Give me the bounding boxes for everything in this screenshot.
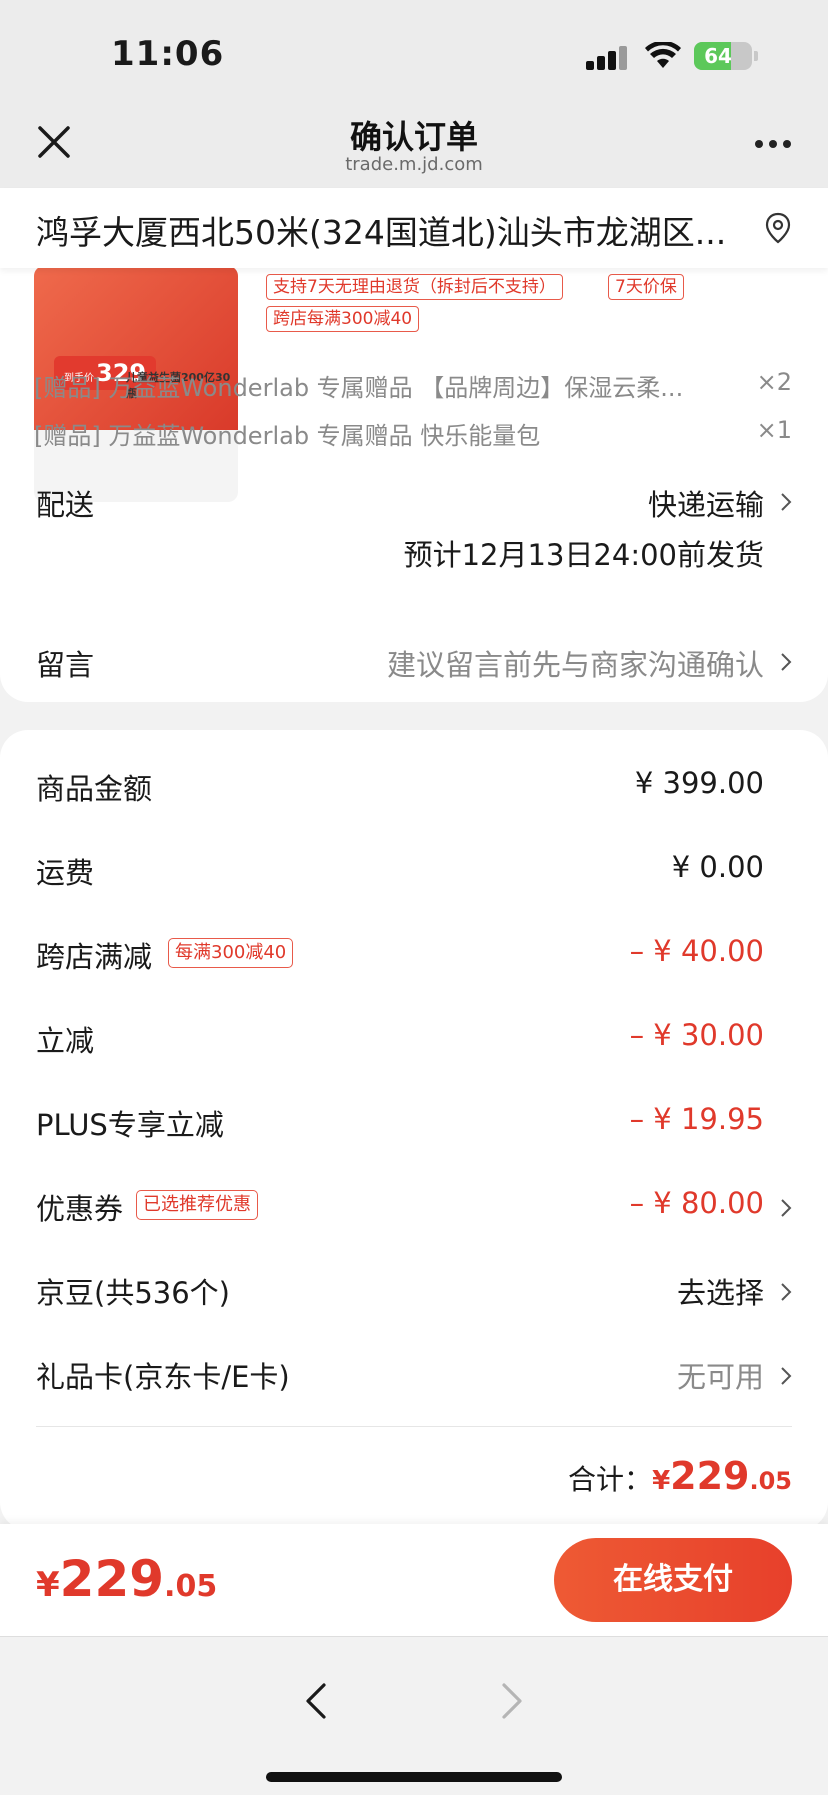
delivery-method: 快递运输 [647,488,764,522]
goods-amount-row: 商品金额 ¥ 399.00 [0,758,828,818]
pay-amount: ¥229.05 [36,1550,218,1608]
order-total: 合计：¥229.05 [568,1454,792,1498]
gift-card-value: 无可用 [676,1360,764,1394]
back-arrow-icon[interactable] [302,1681,330,1721]
plus-discount-label: PLUS专享立减 [36,1108,224,1142]
cross-store-value: – ¥ 40.00 [629,934,764,968]
total-amount: 229 [670,1454,750,1498]
page-header: 确认订单 trade.m.jd.com [0,100,828,188]
gift-item: [赠品] 万益蓝Wonderlab 专属赠品 快乐能量包 [34,422,541,450]
chevron-right-icon [781,493,792,511]
jingdou-row[interactable]: 京豆(共536个) 去选择 [0,1262,828,1322]
cross-store-discount-row: 跨店满减 每满300减40 – ¥ 40.00 [0,926,828,986]
gift-qty: ×1 [756,416,792,444]
status-bar: 11:06 64 [0,0,828,100]
page-title: 确认订单 [349,118,478,156]
instant-discount-label: 立减 [36,1024,95,1058]
cellular-signal-icon [586,46,628,70]
page-url: trade.m.jd.com [345,154,483,175]
message-label: 留言 [36,648,95,682]
chevron-right-icon [781,1367,792,1385]
jingdou-value: 去选择 [676,1276,764,1310]
cross-store-tag: 每满300减40 [168,938,294,968]
price-protect-tag: 7天价保 [608,274,684,300]
price-detail-card: 商品金额 ¥ 399.00 运费 ¥ 0.00 跨店满减 每满300减40 – … [0,730,828,1530]
coupon-tag: 已选推荐优惠 [136,1190,258,1220]
battery-icon: 64 [694,42,758,70]
pay-online-button[interactable]: 在线支付 [554,1538,792,1622]
gift-card-label: 礼品卡(京东卡/E卡) [36,1360,290,1394]
instant-discount-value: – ¥ 30.00 [629,1018,764,1052]
chevron-right-icon [781,653,792,671]
delivery-estimate: 预计12月13日24:00前发货 [403,538,764,572]
coupon-value: – ¥ 80.00 [629,1186,764,1220]
plus-discount-value: – ¥ 19.95 [629,1102,764,1136]
location-pin-icon [765,212,791,244]
wifi-icon [645,42,681,68]
shipping-row: 运费 ¥ 0.00 [0,842,828,902]
coupon-row[interactable]: 优惠券 已选推荐优惠 – ¥ 80.00 [0,1178,828,1238]
gift-qty: ×2 [756,368,792,396]
pay-bar: ¥229.05 在线支付 [0,1524,828,1636]
instant-discount-row: 立减 – ¥ 30.00 [0,1010,828,1070]
goods-amount-value: ¥ 399.00 [634,766,764,800]
gift-item: [赠品] 万益蓝Wonderlab 专属赠品 【品牌周边】保湿云柔... [34,374,684,402]
battery-level: 64 [704,44,732,68]
status-time: 11:06 [111,34,225,74]
delivery-label: 配送 [36,488,95,522]
divider [36,1426,792,1427]
jingdou-label: 京豆(共536个) [36,1276,230,1310]
address-bar[interactable]: 鸿孚大厦西北50米(324国道北)汕头市龙湖区... [0,188,828,268]
gift-card-row[interactable]: 礼品卡(京东卡/E卡) 无可用 [0,1346,828,1406]
cross-store-label: 跨店满减 [36,940,153,974]
chevron-right-icon [781,1199,792,1217]
home-indicator [266,1772,562,1782]
shipping-label: 运费 [36,856,95,890]
goods-amount-label: 商品金额 [36,772,153,806]
more-icon[interactable] [753,140,793,150]
shipping-value: ¥ 0.00 [671,850,764,884]
return-policy-tag: 支持7天无理由退货（拆封后不支持） [266,274,563,300]
coupon-label: 优惠券 [36,1192,124,1226]
cross-store-promo-tag: 跨店每满300减40 [266,306,420,332]
forward-arrow-icon[interactable] [498,1681,526,1721]
message-placeholder: 建议留言前先与商家沟通确认 [386,648,764,682]
plus-discount-row: PLUS专享立减 – ¥ 19.95 [0,1094,828,1154]
chevron-right-icon [781,1283,792,1301]
delivery-address: 鸿孚大厦西北50米(324国道北)汕头市龙湖区... [36,213,727,252]
total-label: 合计： [568,1463,653,1496]
